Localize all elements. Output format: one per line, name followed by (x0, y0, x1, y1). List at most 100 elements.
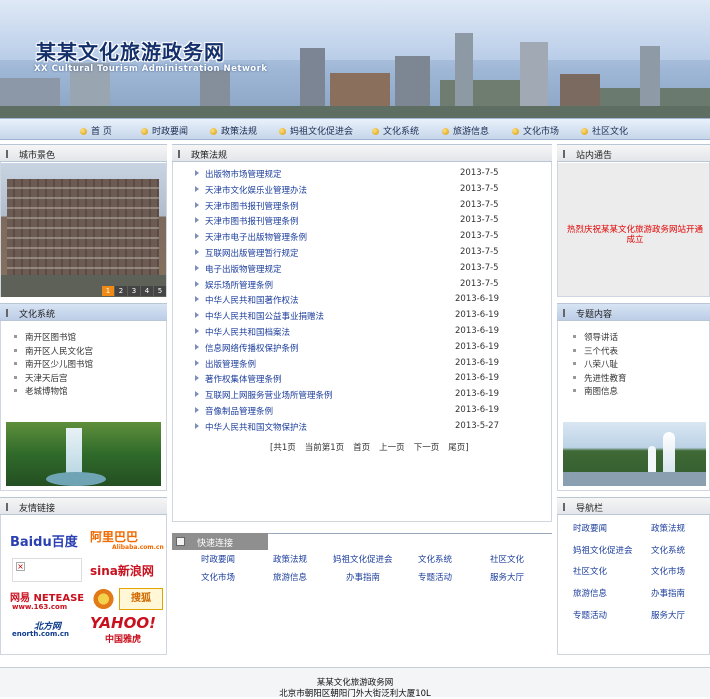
pager-last[interactable]: 尾页] (448, 443, 468, 453)
policy-title-link[interactable]: 中华人民共和国公益事业捐赠法 (205, 310, 324, 322)
navbar-link[interactable]: 办事指南 (651, 587, 685, 599)
yahoo-logo[interactable]: YAHOO! (90, 614, 156, 632)
policy-row[interactable]: 中华人民共和国公益事业捐赠法 2013-6-19 (193, 310, 553, 326)
list-item[interactable]: 南开区少儿图书馆 (14, 358, 93, 372)
friend-links-title: 友情链接 (19, 504, 56, 514)
policy-row[interactable]: 电子出版物管理规定 2013-7-5 (193, 263, 553, 279)
list-item[interactable]: 天津天后宫 (14, 372, 93, 386)
list-item[interactable]: 南图信息 (573, 385, 627, 399)
sohu-logo[interactable]: 搜狐 (119, 588, 163, 610)
policy-row[interactable]: 天津市图书报刊管理条例 2013-7-5 (193, 200, 553, 216)
policy-row[interactable]: 天津市文化娱乐业管理办法 2013-7-5 (193, 184, 553, 200)
policy-row[interactable]: 音像制品管理条例 2013-6-19 (193, 405, 553, 421)
policy-row[interactable]: 中华人民共和国档案法 2013-6-19 (193, 326, 553, 342)
notice-text[interactable]: 热烈庆祝某某文化旅游政务网站开通成立 (564, 225, 706, 245)
nav-policy[interactable]: 政策法规 (210, 124, 257, 137)
policy-title-link[interactable]: 音像制品管理条例 (205, 405, 273, 417)
slide-page-5[interactable]: 5 (154, 286, 166, 296)
policy-row[interactable]: 信息网络传播权保护条例 2013-6-19 (193, 342, 553, 358)
policy-date: 2013-6-19 (455, 310, 499, 321)
nav-culture-system[interactable]: 文化系统 (372, 124, 419, 137)
navbar-link[interactable]: 时政要闻 (573, 522, 607, 534)
list-item[interactable]: 领导讲话 (573, 331, 627, 345)
policy-row[interactable]: 天津市电子出版物管理条例 2013-7-5 (193, 231, 553, 247)
policy-row[interactable]: 出版管理条例 2013-6-19 (193, 358, 553, 374)
list-item[interactable]: 三个代表 (573, 345, 627, 359)
topics-title: 专题内容 (576, 310, 613, 320)
nav-community[interactable]: 社区文化 (581, 124, 628, 137)
slide-page-2[interactable]: 2 (115, 286, 127, 296)
list-item[interactable]: 南开区人民文化宫 (14, 345, 93, 359)
quick-link[interactable]: 社区文化 (490, 553, 524, 565)
netease-logo[interactable]: 网易 NETEASE (10, 589, 84, 604)
navbar-link[interactable]: 旅游信息 (573, 587, 607, 599)
list-item[interactable]: 老城博物馆 (14, 385, 93, 399)
policy-row[interactable]: 天津市图书报刊管理条例 2013-7-5 (193, 215, 553, 231)
policy-title-link[interactable]: 天津市图书报刊管理条例 (205, 200, 299, 212)
pager-total: [共1页 (270, 443, 296, 453)
city-scenery-image (1, 163, 166, 297)
quick-link[interactable]: 旅游信息 (273, 571, 307, 583)
policy-date: 2013-7-5 (460, 168, 499, 178)
quick-link[interactable]: 文化市场 (201, 571, 235, 583)
pager-first[interactable]: 首页 (353, 443, 370, 453)
quick-link[interactable]: 政策法规 (273, 553, 307, 565)
nav-culture-market[interactable]: 文化市场 (512, 124, 559, 137)
nav-tourism[interactable]: 旅游信息 (442, 124, 489, 137)
baidu-logo[interactable]: Baidu百度 (10, 531, 78, 550)
header-banner: 某某文化旅游政务网 XX Cultural Tourism Administra… (0, 0, 710, 118)
navbar-link[interactable]: 妈祖文化促进会 (573, 544, 633, 556)
policy-row[interactable]: 互联网出版管理暂行规定 2013-7-5 (193, 247, 553, 263)
quick-links-icon (176, 537, 185, 546)
policy-title-link[interactable]: 中华人民共和国著作权法 (205, 294, 299, 306)
quick-link[interactable]: 服务大厅 (490, 571, 524, 583)
nav-news[interactable]: 时政要闻 (141, 124, 188, 137)
policy-row[interactable]: 中华人民共和国著作权法 2013-6-19 (193, 294, 553, 310)
slide-page-3[interactable]: 3 (128, 286, 140, 296)
nav-mazu[interactable]: 妈祖文化促进会 (279, 124, 353, 137)
navbar-link[interactable]: 社区文化 (573, 565, 607, 577)
policy-row[interactable]: 互联网上网服务营业场所管理条例 2013-6-19 (193, 389, 553, 405)
alibaba-logo[interactable]: 阿里巴巴 (90, 528, 138, 545)
policy-title-link[interactable]: 著作权集体管理条例 (205, 373, 282, 385)
navbar-link[interactable]: 文化系统 (651, 544, 685, 556)
policy-title-link[interactable]: 天津市电子出版物管理条例 (205, 231, 307, 243)
policy-title-link[interactable]: 天津市图书报刊管理条例 (205, 215, 299, 227)
quick-link[interactable]: 时政要闻 (201, 553, 235, 565)
policy-title-link[interactable]: 天津市文化娱乐业管理办法 (205, 184, 307, 196)
list-item[interactable]: 八荣八耻 (573, 358, 627, 372)
pager-next[interactable]: 下一页 (414, 443, 440, 453)
nav-home[interactable]: 首 页 (80, 124, 112, 137)
slide-page-4[interactable]: 4 (141, 286, 153, 296)
list-item[interactable]: 先进性教育 (573, 372, 627, 386)
navbar-link[interactable]: 服务大厅 (651, 609, 685, 621)
navbar-link[interactable]: 政策法规 (651, 522, 685, 534)
pager-prev[interactable]: 上一页 (379, 443, 405, 453)
policy-title-link[interactable]: 出版管理条例 (205, 358, 256, 370)
policy-row[interactable]: 中华人民共和国文物保护法 2013-5-27 (193, 421, 553, 437)
quick-link[interactable]: 办事指南 (346, 571, 380, 583)
policy-date: 2013-7-5 (460, 231, 499, 242)
quick-link[interactable]: 妈祖文化促进会 (333, 553, 393, 565)
policy-title-link[interactable]: 互联网上网服务营业场所管理条例 (205, 389, 333, 401)
policy-row[interactable]: 著作权集体管理条例 2013-6-19 (193, 373, 553, 389)
navbar-link[interactable]: 专题活动 (573, 609, 607, 621)
broken-image-icon[interactable]: × (12, 558, 82, 582)
policy-title-link[interactable]: 出版物市场管理规定 (205, 168, 282, 180)
policy-row[interactable]: 娱乐场所管理条例 2013-7-5 (193, 279, 553, 295)
policy-title-link[interactable]: 娱乐场所管理条例 (205, 279, 273, 291)
policy-title-link[interactable]: 中华人民共和国档案法 (205, 326, 290, 338)
policy-title-link[interactable]: 信息网络传播权保护条例 (205, 342, 299, 354)
policy-title-link[interactable]: 中华人民共和国文物保护法 (205, 421, 307, 433)
policy-title-link[interactable]: 电子出版物管理规定 (205, 263, 282, 275)
policy-row[interactable]: 出版物市场管理规定 2013-7-5 (193, 168, 553, 184)
sina-logo[interactable]: sina新浪网 (90, 562, 154, 579)
navbar-link[interactable]: 文化市场 (651, 565, 685, 577)
slide-page-1[interactable]: 1 (102, 286, 114, 296)
quick-link[interactable]: 专题活动 (418, 571, 452, 583)
policy-title-link[interactable]: 互联网出版管理暂行规定 (205, 247, 299, 259)
list-item[interactable]: 南开区图书馆 (14, 331, 93, 345)
enorth-logo[interactable]: 北方网 (34, 619, 61, 632)
quick-link[interactable]: 文化系统 (418, 553, 452, 565)
arrow-icon (195, 312, 199, 319)
